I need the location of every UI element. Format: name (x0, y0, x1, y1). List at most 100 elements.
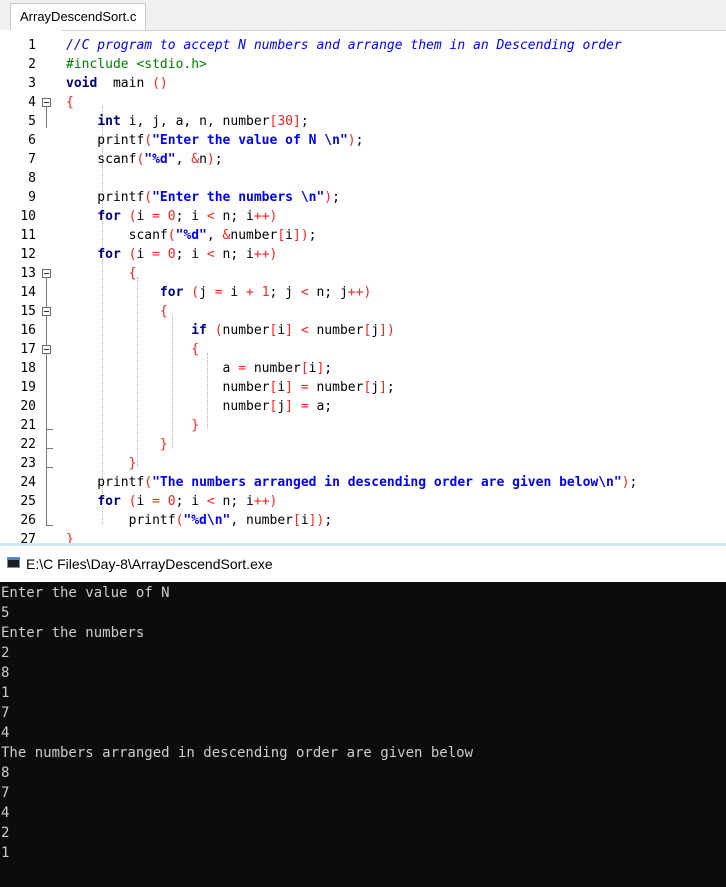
line-number: 7 (28, 152, 36, 167)
code-token: "Enter the value of N \n" (152, 133, 348, 148)
line-number: 20 (20, 399, 36, 414)
code-line: for (i = 0; i < n; i++) (66, 207, 277, 226)
fold-guide-line (46, 105, 47, 128)
code-token: "Enter the numbers \n" (152, 190, 325, 205)
code-token: i (285, 228, 293, 243)
line-number: 17 (20, 342, 36, 357)
code-token: ; i (175, 247, 207, 262)
code-token: = (238, 361, 247, 376)
console-output[interactable]: Enter the value of N 5 Enter the numbers 2 8… (0, 582, 726, 887)
fold-toggle-icon[interactable] (42, 269, 51, 278)
code-token: ] (379, 323, 387, 338)
code-token: ; (386, 380, 395, 395)
code-line: } (66, 435, 168, 454)
code-line: printf("Enter the numbers \n"); (66, 188, 340, 207)
code-token: i (277, 323, 286, 338)
fold-toggle-icon[interactable] (42, 98, 51, 107)
code-line: if (number[i] < number[j]) (66, 321, 395, 340)
code-token: { (159, 304, 168, 319)
console-title-bar: E:\C Files\Day-8\ArrayDescendSort.exe (0, 546, 726, 582)
code-token: n; i (214, 494, 254, 509)
code-token: < (206, 494, 215, 509)
fold-toggle-icon[interactable] (42, 345, 51, 354)
code-token: number (246, 361, 301, 376)
code-token: < (300, 323, 309, 338)
console-output-line: 5 (1, 605, 10, 621)
console-output-line: 1 (1, 845, 10, 861)
code-token: ; (332, 190, 340, 205)
code-token: j (371, 323, 380, 338)
code-token: { (191, 342, 200, 357)
code-token: [ (277, 228, 286, 243)
line-number: 16 (20, 323, 36, 338)
tab-arraydescendsort-c[interactable]: ArrayDescendSort.c (10, 3, 147, 30)
code-token: < (206, 209, 215, 224)
code-token: number (230, 228, 278, 243)
code-token: j (277, 399, 286, 414)
code-token: n; i (214, 247, 254, 262)
code-token: ; (324, 361, 333, 376)
code-token: ] (379, 380, 387, 395)
code-token: ; i (175, 209, 207, 224)
code-token: 0 (167, 247, 176, 262)
code-line: number[i] = number[j]; (66, 378, 395, 397)
code-token: j (199, 285, 215, 300)
code-line: //C program to accept N numbers and arra… (66, 36, 622, 55)
code-token: < (206, 247, 215, 262)
console-output-line: Enter the numbers (1, 625, 145, 641)
code-token: ) (300, 228, 309, 243)
code-token: ( (167, 228, 176, 243)
code-token: ; (308, 228, 317, 243)
code-token: ; (214, 152, 223, 167)
line-number: 8 (28, 171, 36, 186)
code-token: ; (355, 133, 364, 148)
code-line: for (i = 0; i < n; i++) (66, 245, 277, 264)
line-number: 24 (20, 475, 36, 490)
console-output-line: 8 (1, 665, 10, 681)
code-token: ++ (347, 285, 364, 300)
code-token: [ (300, 361, 309, 376)
code-line: printf("%d\n", number[i]); (66, 511, 333, 530)
line-number: 1 (28, 38, 36, 53)
line-number-gutter: 1 2 3 4 5 6 7 8 9 10 11 12 13 14 15 16 17 18 19 20 21 22 23 24 2… (0, 30, 62, 545)
code-line: } (66, 454, 137, 473)
line-number: 23 (20, 456, 36, 471)
code-token: i (300, 513, 309, 528)
line-number: 25 (20, 494, 36, 509)
code-token: } (128, 456, 137, 471)
code-token: a; (308, 399, 333, 414)
code-token: < (300, 285, 309, 300)
line-number: 10 (20, 209, 36, 224)
code-line: for (j = i + 1; j < n; j++) (66, 283, 371, 302)
line-number: 11 (20, 228, 36, 243)
code-line: number[j] = a; (66, 397, 333, 416)
fold-end-marker (46, 467, 53, 468)
code-line: #include <stdio.h> (66, 55, 207, 74)
code-text-area[interactable]: //C program to accept N numbers and arra… (62, 30, 726, 545)
fold-end-marker (46, 525, 53, 526)
fold-toggle-icon[interactable] (42, 307, 51, 316)
code-token: number (66, 380, 270, 395)
console-window-icon (7, 557, 20, 568)
code-token: ( (144, 190, 153, 205)
code-editor[interactable]: ArrayDescendSort.c 1 2 3 4 5 6 7 8 9 10 11 12 13 14 15… (0, 0, 726, 545)
code-line: printf("Enter the value of N \n"); (66, 131, 363, 150)
code-token: ] (285, 323, 293, 338)
code-token: = (152, 494, 160, 509)
code-token: for (97, 209, 121, 224)
code-token: & (191, 152, 200, 167)
code-token: = (214, 285, 223, 300)
code-token: //C program to accept N numbers and arra… (66, 38, 622, 53)
